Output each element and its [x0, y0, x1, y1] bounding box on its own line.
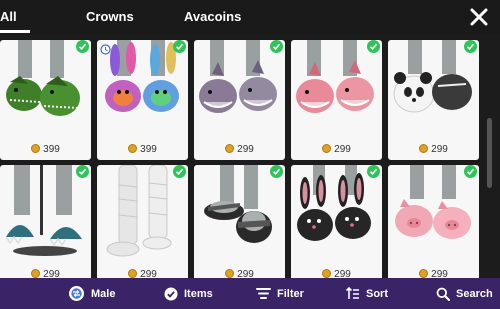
owned-check-icon	[367, 40, 380, 53]
owned-check-icon	[173, 165, 186, 178]
black-slide-sandals-image	[204, 165, 272, 243]
sort-icon	[345, 286, 359, 299]
item-card-black-bunny-slippers[interactable]: 299	[291, 165, 382, 278]
item-card-pink-pig-slippers[interactable]: 299	[388, 165, 479, 278]
item-price: 399	[0, 144, 91, 155]
item-card-monster-claw-slippers[interactable]: 299	[0, 165, 91, 278]
avacoin-icon	[31, 269, 41, 278]
owned-check-icon	[464, 165, 477, 178]
check-circle-icon	[164, 287, 178, 300]
item-price: 299	[388, 269, 479, 278]
tab-all[interactable]: All	[0, 9, 17, 24]
white-slouch-socks-image	[106, 165, 172, 257]
owned-check-icon	[367, 165, 380, 178]
pink-shark-slippers-image	[296, 40, 374, 113]
avacoin-icon	[419, 269, 429, 278]
owned-check-icon	[464, 40, 477, 53]
item-card-pink-shark-slippers[interactable]: 299	[291, 40, 382, 160]
item-price: 299	[97, 269, 188, 278]
grid-scrollbar[interactable]	[487, 118, 492, 188]
search-label: Search	[456, 287, 493, 300]
panda-slippers-image	[393, 40, 472, 113]
avacoin-icon	[322, 269, 332, 278]
grey-shark-slippers-image	[199, 40, 277, 113]
item-card-rainbow-bunny-slippers[interactable]: 399	[97, 40, 188, 160]
sort-button[interactable]: Sort	[345, 278, 388, 309]
filter-button[interactable]: Filter	[256, 278, 304, 309]
owned-check-icon	[270, 40, 283, 53]
item-price: 299	[194, 269, 285, 278]
category-tab-bar: All Crowns Avacoins	[0, 0, 500, 34]
monster-claw-slippers-image	[5, 165, 82, 256]
search-icon	[436, 287, 450, 301]
owned-check-icon	[270, 165, 283, 178]
item-price: 399	[97, 144, 188, 155]
filter-label: Filter	[277, 287, 304, 300]
sort-label: Sort	[366, 287, 388, 300]
active-tab-indicator	[0, 30, 30, 33]
item-price: 299	[291, 269, 382, 278]
items-label: Items	[184, 287, 213, 300]
avacoin-icon	[31, 144, 41, 153]
item-grid: 399 399 299 299 299 299 299 299 299 299	[0, 40, 484, 278]
search-button[interactable]: Search	[436, 278, 493, 309]
pink-pig-slippers-image	[395, 165, 471, 239]
avacoin-icon	[419, 144, 429, 153]
item-card-panda-slippers[interactable]: 299	[388, 40, 479, 160]
gender-swap-icon	[69, 286, 84, 301]
bottom-action-bar: Male Items Filter Sort Search	[0, 278, 500, 309]
item-card-dinosaur-slippers[interactable]: 399	[0, 40, 91, 160]
items-filter-button[interactable]: Items	[164, 278, 213, 309]
dinosaur-slippers-image	[6, 40, 80, 116]
item-price: 299	[0, 269, 91, 278]
item-price: 299	[388, 144, 479, 155]
avacoin-icon	[225, 144, 235, 153]
black-bunny-slippers-image	[297, 165, 371, 241]
filter-icon	[256, 288, 271, 299]
item-price: 299	[194, 144, 285, 155]
gender-label: Male	[91, 287, 116, 300]
avacoin-icon	[322, 144, 332, 153]
avacoin-icon	[128, 269, 138, 278]
tab-crowns[interactable]: Crowns	[86, 9, 134, 24]
item-card-white-slouch-socks[interactable]: 299	[97, 165, 188, 278]
item-card-black-slide-sandals[interactable]: 299	[194, 165, 285, 278]
tab-avacoins[interactable]: Avacoins	[184, 9, 241, 24]
owned-check-icon	[76, 165, 89, 178]
avacoin-icon	[225, 269, 235, 278]
item-card-grey-shark-slippers[interactable]: 299	[194, 40, 285, 160]
owned-check-icon	[173, 40, 186, 53]
clock-icon	[100, 42, 111, 55]
gender-toggle-button[interactable]: Male	[68, 278, 115, 309]
close-icon	[470, 8, 488, 26]
close-button[interactable]	[468, 6, 490, 28]
avacoin-icon	[128, 144, 138, 153]
owned-check-icon	[76, 40, 89, 53]
item-price: 299	[291, 144, 382, 155]
